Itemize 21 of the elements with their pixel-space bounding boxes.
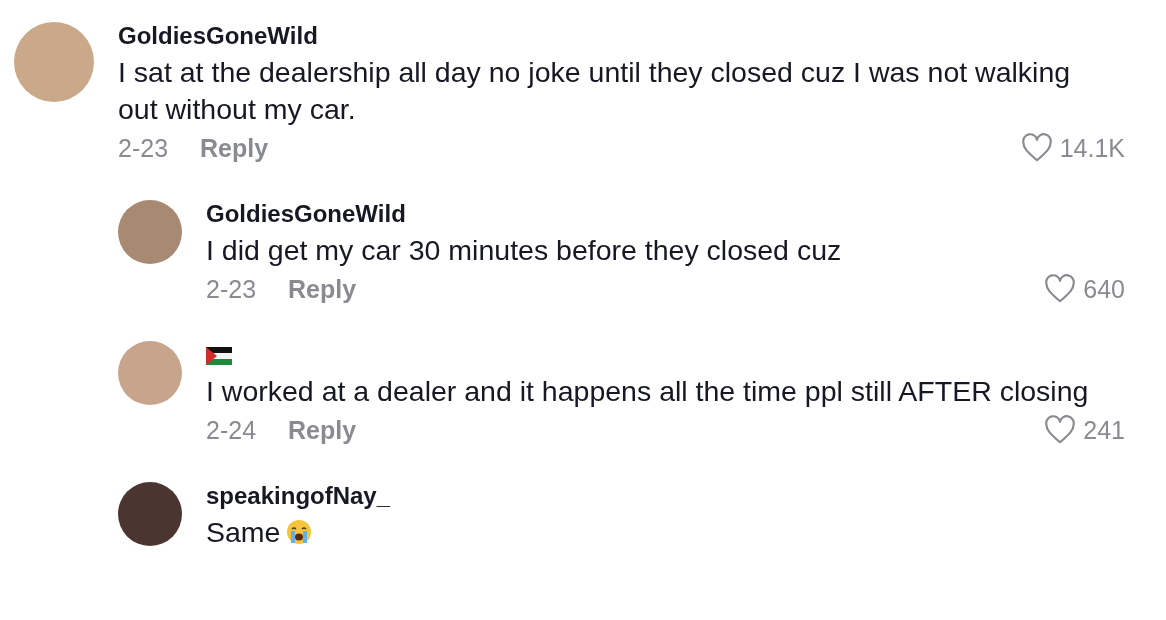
flag-icon	[206, 347, 232, 365]
crying-face-icon	[286, 519, 313, 545]
like-button[interactable]: 640	[1043, 274, 1125, 304]
heart-icon	[1019, 133, 1054, 163]
like-button[interactable]: 14.1K	[1019, 133, 1125, 163]
like-button[interactable]: 241	[1043, 415, 1125, 445]
heart-icon	[1043, 274, 1078, 304]
comment-text: I did get my car 30 minutes before they closed cuz	[206, 233, 843, 268]
heart-icon	[1043, 415, 1078, 445]
comment-text: Same	[206, 514, 1125, 551]
comment-text: I sat at the dealership all day no joke until they closed cuz I was not walking out without my car.	[118, 55, 1072, 127]
reply-link[interactable]: Reply	[288, 274, 357, 304]
username[interactable]: GoldiesGoneWild	[118, 22, 318, 50]
reply-link[interactable]: Reply	[288, 415, 357, 445]
reply-link[interactable]: Reply	[200, 133, 269, 163]
comment-date: 2-24	[206, 415, 257, 445]
comment-text: I worked at a dealer and it happens all the time ppl still AFTER closing	[206, 374, 1090, 409]
username[interactable]: speakingofNay_	[206, 482, 391, 510]
comment-date: 2-23	[206, 274, 257, 304]
username[interactable]: GoldiesGoneWild	[206, 200, 406, 228]
comment-date: 2-23	[118, 133, 169, 163]
